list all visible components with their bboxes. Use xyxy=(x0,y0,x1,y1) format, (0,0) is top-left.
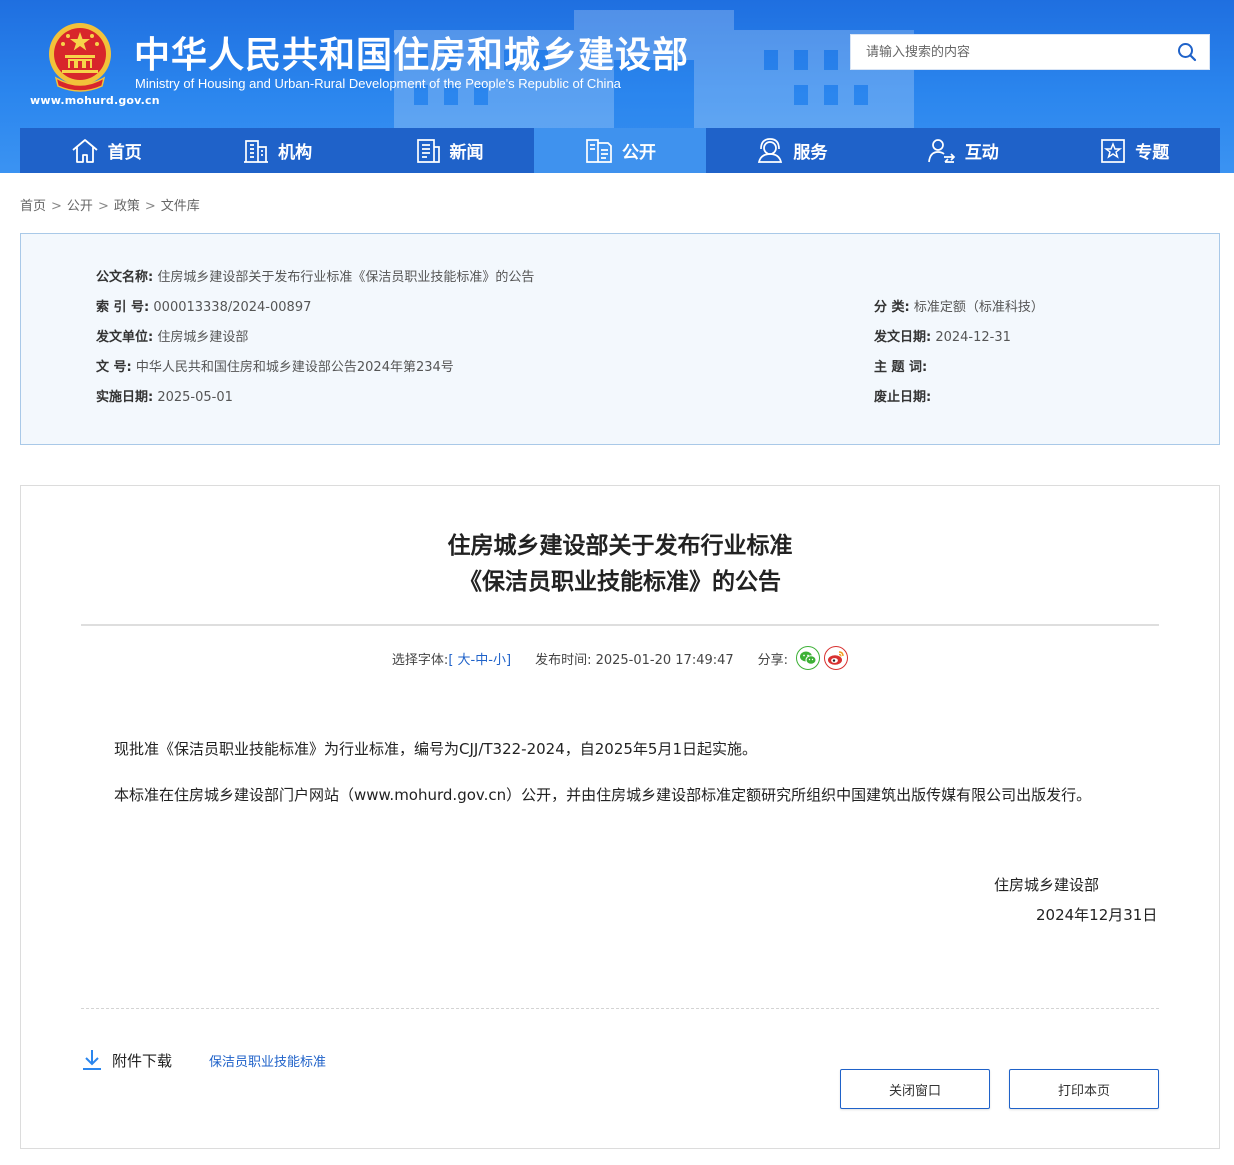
wechat-share-button[interactable] xyxy=(796,646,821,670)
info-index-no: 索 引 号: 000013338/2024-00897 xyxy=(96,296,311,315)
article-paragraph: 现批准《保洁员职业技能标准》为行业标准，编号为CJJ/T322-2024，自20… xyxy=(114,740,758,758)
article-meta: 选择字体:[ 大-中-小] 发布时间: 2025-01-20 17:49:47 … xyxy=(21,646,1219,670)
search-box xyxy=(850,34,1210,70)
info-value: 标准定额（标准科技） xyxy=(913,300,1044,315)
font-size-selector: 选择字体:[ 大-中-小] xyxy=(392,649,511,668)
info-label: 实施日期: xyxy=(96,390,154,405)
home-icon xyxy=(72,138,98,163)
main-nav: 首页 机构 新闻 公开 服务 互动 专题 xyxy=(20,128,1220,173)
site-title: 中华人民共和国住房和城乡建设部 xyxy=(134,35,690,76)
signature: 住房城乡建设部 xyxy=(994,876,1100,894)
star-icon xyxy=(1101,138,1126,163)
nav-label: 首页 xyxy=(107,143,142,163)
info-value: 住房城乡建设部关于发布行业标准《保洁员职业技能标准》的公告 xyxy=(157,270,535,285)
site-url: www.mohurd.gov.cn xyxy=(30,94,160,107)
info-label: 公文名称: xyxy=(96,270,154,285)
info-effective-date: 实施日期: 2025-05-01 xyxy=(96,386,233,405)
breadcrumb-separator: > xyxy=(97,199,109,214)
info-label: 文 号: xyxy=(96,360,132,375)
search-input[interactable] xyxy=(851,35,1165,69)
nav-item-interaction[interactable]: 互动 xyxy=(877,128,1048,173)
nav-label: 专题 xyxy=(1135,143,1170,163)
weibo-share-button[interactable] xyxy=(824,646,849,670)
article-title: 住房城乡建设部关于发布行业标准 《保洁员职业技能标准》的公告 xyxy=(21,528,1219,600)
info-keywords: 主 题 词: xyxy=(874,356,927,375)
wechat-icon xyxy=(800,651,817,665)
breadcrumb-home[interactable]: 首页 xyxy=(20,199,46,214)
nav-item-service[interactable]: 服务 xyxy=(706,128,877,173)
bracket: [ xyxy=(448,652,454,668)
nav-label: 新闻 xyxy=(449,143,484,163)
publish-time-label: 发布时间: xyxy=(535,652,592,668)
article-title-line: 住房城乡建设部关于发布行业标准 xyxy=(447,533,793,559)
info-value: 000013338/2024-00897 xyxy=(153,300,312,315)
breadcrumb-separator: > xyxy=(51,199,62,214)
attachment-section: 附件下载 xyxy=(81,1048,172,1072)
search-icon xyxy=(1178,43,1197,62)
search-button[interactable] xyxy=(1165,35,1209,69)
share-label: 分享: xyxy=(757,652,789,668)
breadcrumb: 首页 > 公开 > 政策 > 文件库 xyxy=(20,195,200,214)
close-window-button[interactable]: 关闭窗口 xyxy=(840,1069,990,1109)
info-label: 废止日期: xyxy=(874,390,932,405)
nav-label: 公开 xyxy=(621,143,656,163)
dashed-divider xyxy=(81,1008,1159,1009)
article-title-line: 《保洁员职业技能标准》的公告 xyxy=(459,569,781,595)
print-page-button[interactable]: 打印本页 xyxy=(1009,1069,1159,1109)
font-size-small-link[interactable]: 小 xyxy=(493,653,506,668)
article-container: 住房城乡建设部关于发布行业标准 《保洁员职业技能标准》的公告 选择字体:[ 大-… xyxy=(20,485,1220,1149)
publish-time: 发布时间: 2025-01-20 17:49:47 xyxy=(535,649,734,668)
info-value: 2024-12-31 xyxy=(935,330,1011,345)
info-doc-no: 文 号: 中华人民共和国住房和城乡建设部公告2024年第234号 xyxy=(96,356,454,375)
article-paragraph: 本标准在住房城乡建设部门户网站（www.mohurd.gov.cn）公开，并由住… xyxy=(114,786,1092,804)
nav-label: 机构 xyxy=(278,143,313,163)
breadcrumb-separator: > xyxy=(144,199,156,214)
info-value: 2025-05-01 xyxy=(157,390,233,405)
share: 分享: xyxy=(757,646,849,670)
breadcrumb-public[interactable]: 公开 xyxy=(67,199,93,214)
document-icon xyxy=(586,138,612,163)
font-size-label: 选择字体: xyxy=(391,652,449,668)
site-subtitle: Ministry of Housing and Urban-Rural Deve… xyxy=(135,76,621,91)
publish-time-value: 2025-01-20 17:49:47 xyxy=(595,652,734,668)
site-header: www.mohurd.gov.cn 中华人民共和国住房和城乡建设部 Minist… xyxy=(0,0,1234,173)
attachment-label: 附件下载 xyxy=(112,1051,173,1070)
nav-item-organization[interactable]: 机构 xyxy=(191,128,362,173)
font-size-medium-link[interactable]: 中 xyxy=(475,653,488,668)
nav-label: 服务 xyxy=(793,143,828,163)
news-icon xyxy=(416,138,440,163)
document-info-box: 公文名称: 住房城乡建设部关于发布行业标准《保洁员职业技能标准》的公告 索 引 … xyxy=(20,233,1220,445)
info-label: 发文单位: xyxy=(96,330,154,345)
info-value: 中华人民共和国住房和城乡建设部公告2024年第234号 xyxy=(135,360,454,375)
breadcrumb-policy[interactable]: 政策 xyxy=(114,199,140,214)
info-label: 主 题 词: xyxy=(874,360,928,375)
font-size-large-link[interactable]: 大 xyxy=(458,653,471,668)
attachment-link[interactable]: 保洁员职业技能标准 xyxy=(209,1051,326,1070)
title-divider xyxy=(81,624,1159,626)
nav-label: 互动 xyxy=(964,143,999,163)
weibo-icon xyxy=(828,651,844,665)
info-label: 分 类: xyxy=(874,300,910,315)
national-emblem-icon xyxy=(49,23,111,92)
info-expiry-date: 废止日期: xyxy=(874,386,931,405)
info-category: 分 类: 标准定额（标准科技） xyxy=(874,296,1044,315)
nav-item-home[interactable]: 首页 xyxy=(20,128,191,173)
building-icon xyxy=(244,139,269,163)
nav-item-public[interactable]: 公开 xyxy=(534,128,706,173)
breadcrumb-library[interactable]: 文件库 xyxy=(161,199,200,214)
info-issue-date: 发文日期: 2024-12-31 xyxy=(874,326,1011,345)
info-label: 索 引 号: xyxy=(96,300,150,315)
service-icon xyxy=(758,137,783,163)
nav-item-topics[interactable]: 专题 xyxy=(1049,128,1220,173)
nav-item-news[interactable]: 新闻 xyxy=(363,128,534,173)
bracket: ] xyxy=(505,652,512,668)
interaction-icon xyxy=(927,138,956,163)
info-value: 住房城乡建设部 xyxy=(157,330,249,345)
info-doc-name: 公文名称: 住房城乡建设部关于发布行业标准《保洁员职业技能标准》的公告 xyxy=(96,266,534,285)
sign-date: 2024年12月31日 xyxy=(1036,906,1158,924)
download-icon xyxy=(83,1050,101,1070)
info-label: 发文日期: xyxy=(874,330,932,345)
info-issuer: 发文单位: 住房城乡建设部 xyxy=(96,326,248,345)
